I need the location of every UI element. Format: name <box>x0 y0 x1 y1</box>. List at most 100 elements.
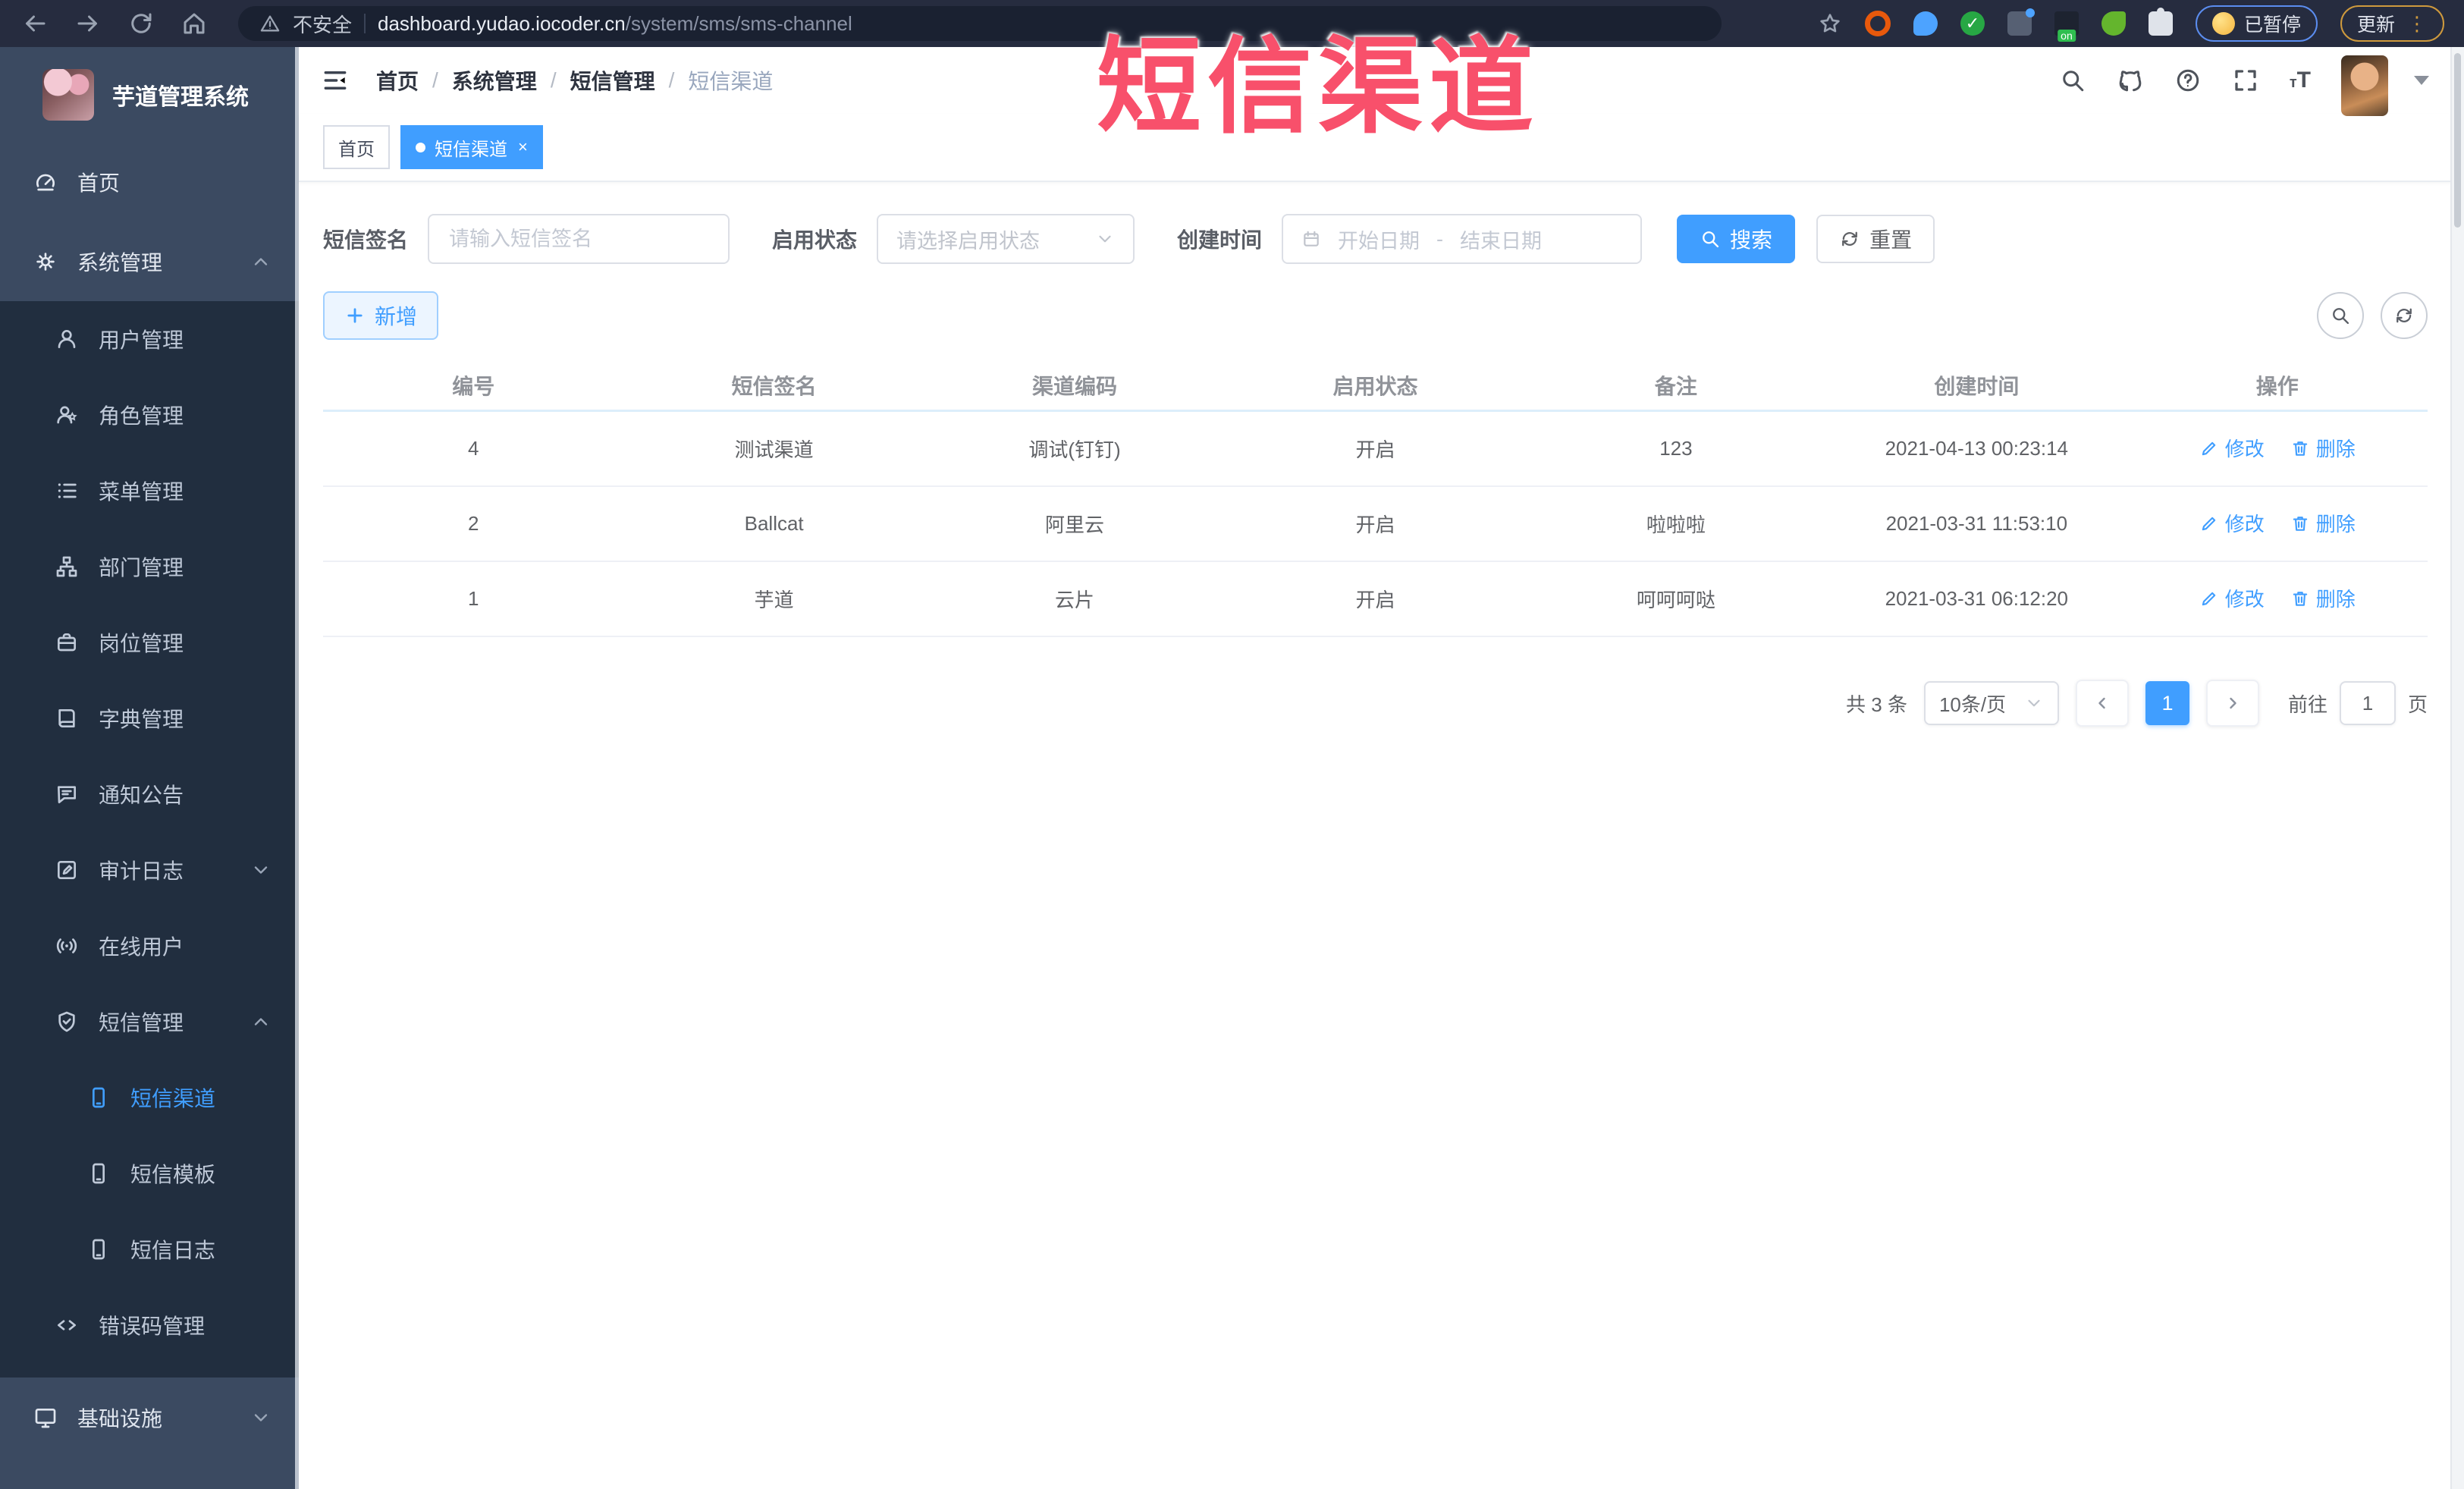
goto-page-input[interactable] <box>2339 681 2396 725</box>
browser-right-controls: ✓ 已暂停 更新 ⋮ <box>1818 5 2464 42</box>
sidebar-item-sms-channel[interactable]: 短信渠道 <box>0 1060 299 1136</box>
browser-update-button[interactable]: 更新 ⋮ <box>2340 5 2444 42</box>
sidebar-item-user-management[interactable]: 用户管理 <box>0 301 299 377</box>
sidebar-item-audit-log[interactable]: 审计日志 <box>0 832 299 908</box>
table-cell-actions: 修改 删除 <box>2127 561 2428 637</box>
modify-link[interactable]: 修改 <box>2199 584 2265 612</box>
page-scrollbar[interactable] <box>2450 47 2464 1489</box>
address-bar[interactable]: 不安全 dashboard.yudao.iocoder.cn/system/sm… <box>238 6 1722 41</box>
create-time-label: 创建时间 <box>1177 228 1263 252</box>
delete-link[interactable]: 删除 <box>2290 584 2356 612</box>
table-cell: 芋道 <box>623 561 924 637</box>
forward-icon[interactable] <box>74 10 102 37</box>
sidebar-item-sms-management[interactable]: 短信管理 <box>0 984 299 1060</box>
github-icon[interactable] <box>2117 67 2144 94</box>
sidebar-fold-button[interactable] <box>319 64 352 97</box>
delete-link[interactable]: 删除 <box>2290 434 2356 462</box>
sidebar-item-system-management[interactable]: 系统管理 <box>0 221 299 301</box>
search-icon <box>1700 228 1721 250</box>
signature-input[interactable] <box>447 226 711 252</box>
avatar-caret-icon[interactable] <box>2414 76 2429 85</box>
sidebar-item-sms-template[interactable]: 短信模板 <box>0 1136 299 1211</box>
modify-link[interactable]: 修改 <box>2199 509 2265 537</box>
tag-home[interactable]: 首页 <box>323 125 390 169</box>
security-label: 不安全 <box>293 13 353 36</box>
search-icon[interactable] <box>2059 67 2086 94</box>
table-cell: 2 <box>323 486 624 562</box>
next-page-button[interactable] <box>2205 680 2259 727</box>
prev-page-button[interactable] <box>2075 680 2129 727</box>
user-icon <box>55 327 79 351</box>
sidebar-item-dept-management[interactable]: 部门管理 <box>0 529 299 605</box>
table-cell: Ballcat <box>623 486 924 562</box>
book-icon <box>55 706 79 730</box>
table-cell-actions: 修改 删除 <box>2127 410 2428 487</box>
modify-link[interactable]: 修改 <box>2199 434 2265 462</box>
fullscreen-icon[interactable] <box>2232 67 2259 94</box>
refresh-table-button[interactable] <box>2381 292 2428 339</box>
goto-label: 前往 <box>2287 693 2327 716</box>
extension-icon-leaf[interactable] <box>2101 11 2126 36</box>
breadcrumb-home[interactable]: 首页 <box>376 65 419 96</box>
table-header-row: 编号 短信签名 渠道编码 启用状态 备注 创建时间 操作 <box>323 361 2428 412</box>
page-size-select[interactable]: 10条/页 <box>1923 681 2059 725</box>
font-size-icon[interactable]: ᴛT <box>2290 68 2311 93</box>
table-cell: 4 <box>323 410 624 487</box>
search-button[interactable]: 搜索 <box>1677 215 1796 263</box>
sidebar-item-post-management[interactable]: 岗位管理 <box>0 605 299 680</box>
table-cell: 云片 <box>924 561 1226 637</box>
help-icon[interactable] <box>2174 67 2202 94</box>
sidebar-item-sms-log[interactable]: 短信日志 <box>0 1211 299 1287</box>
reload-icon[interactable] <box>127 10 155 37</box>
profile-avatar-emoji <box>2211 12 2235 35</box>
reset-button[interactable]: 重置 <box>1816 215 1935 263</box>
sidebar-item-menu-management[interactable]: 菜单管理 <box>0 453 299 529</box>
sidebar-item-role-management[interactable]: 角色管理 <box>0 377 299 453</box>
breadcrumb-system[interactable]: 系统管理 <box>452 65 537 96</box>
add-button[interactable]: 新增 <box>323 291 439 340</box>
table-cell: 开启 <box>1225 561 1526 637</box>
update-label: 更新 <box>2356 14 2395 36</box>
sidebar-item-error-code[interactable]: 错误码管理 <box>0 1287 299 1363</box>
status-label: 启用状态 <box>772 228 858 252</box>
sidebar-item-home[interactable]: 首页 <box>0 142 299 221</box>
extension-icon-on-badge[interactable] <box>2054 11 2079 36</box>
app-logo-row[interactable]: 芋道管理系统 <box>0 47 299 142</box>
status-select[interactable]: 请选择启用状态 <box>877 214 1135 264</box>
sidebar-item-dict-management[interactable]: 字典管理 <box>0 680 299 756</box>
table-row: 1 芋道 云片 开启 呵呵呵哒 2021-03-31 06:12:20 修改 删除 <box>323 561 2428 637</box>
user-avatar[interactable] <box>2341 55 2388 116</box>
breadcrumb-sms[interactable]: 短信管理 <box>570 65 655 96</box>
extensions-puzzle-icon[interactable] <box>2148 11 2173 36</box>
url-text: dashboard.yudao.iocoder.cn/system/sms/sm… <box>378 12 852 36</box>
tag-sms-channel[interactable]: 短信渠道 × <box>400 125 543 169</box>
extension-icon-check[interactable]: ✓ <box>1960 11 1985 36</box>
delete-link[interactable]: 删除 <box>2290 509 2356 537</box>
sidebar-item-notice[interactable]: 通知公告 <box>0 756 299 832</box>
profile-paused-chip[interactable]: 已暂停 <box>2195 5 2318 42</box>
toggle-search-button[interactable] <box>2317 292 2364 339</box>
fold-menu-icon <box>321 66 350 95</box>
table-cell: 啦啦啦 <box>1525 486 1827 562</box>
extension-icon-drop[interactable] <box>1913 11 1938 36</box>
sidebar-item-online-users[interactable]: 在线用户 <box>0 908 299 984</box>
dashboard-icon <box>33 170 58 194</box>
scrollbar-thumb[interactable] <box>2454 53 2461 228</box>
table-cell: 2021-03-31 11:53:10 <box>1826 486 2127 562</box>
extension-icon-grid[interactable] <box>2007 8 2035 36</box>
app-title: 芋道管理系统 <box>112 84 249 110</box>
extension-icon-orange[interactable] <box>1864 11 1891 36</box>
sidebar-item-infrastructure[interactable]: 基础设施 <box>0 1377 299 1457</box>
page-number-1[interactable]: 1 <box>2145 681 2189 725</box>
sidebar-bottom-section: 基础设施 <box>0 1377 299 1489</box>
table-cell: 开启 <box>1225 486 1526 562</box>
role-icon <box>55 403 79 427</box>
pencil-square-icon <box>55 858 79 882</box>
bookmark-star-icon[interactable] <box>1818 11 1842 36</box>
sms-channel-table: 编号 短信签名 渠道编码 启用状态 备注 创建时间 操作 4 测试渠道 调试(钉… <box>323 361 2428 637</box>
back-icon[interactable] <box>21 10 49 37</box>
page-content: 短信签名 启用状态 请选择启用状态 创建时间 开始日期 - 结束日期 <box>299 182 2452 757</box>
close-icon[interactable]: × <box>518 139 528 155</box>
date-range-picker[interactable]: 开始日期 - 结束日期 <box>1282 214 1643 264</box>
home-icon[interactable] <box>180 10 208 37</box>
